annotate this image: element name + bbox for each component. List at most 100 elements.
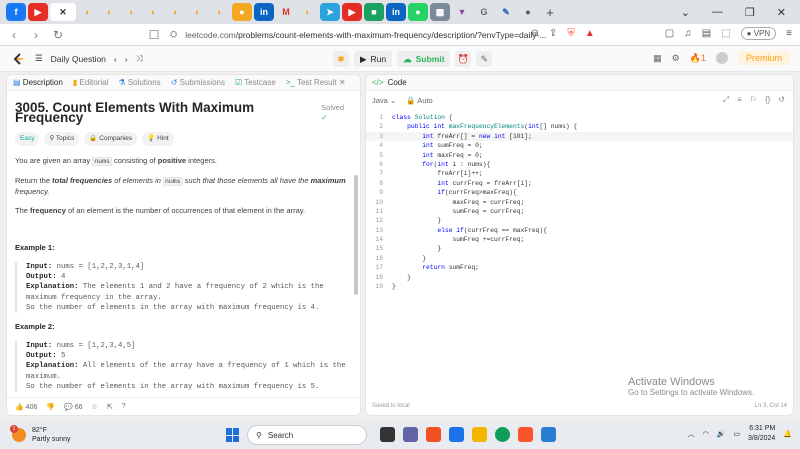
- browser-tab-vector[interactable]: ▼: [452, 3, 472, 21]
- clock[interactable]: 6:31 PM 3/8/2024: [748, 424, 775, 444]
- format-icon[interactable]: ≡: [737, 95, 742, 105]
- tab-testcase[interactable]: ☑ Testcase: [235, 78, 276, 87]
- browser-tab-leetcode-2[interactable]: ◐: [78, 3, 98, 21]
- brave-rewards-icon[interactable]: ▲: [585, 28, 595, 39]
- auto-mode[interactable]: 🔒 Auto: [406, 96, 432, 105]
- notifications-icon[interactable]: 🔔: [783, 430, 792, 438]
- code-line[interactable]: 16 }: [366, 254, 793, 263]
- bookmark-icon[interactable]: ☐: [146, 28, 162, 42]
- taskbar-search[interactable]: ⚲ Search: [247, 425, 367, 445]
- next-problem-icon[interactable]: ›: [125, 54, 128, 64]
- code-line[interactable]: 17 return sumFreq;: [366, 263, 793, 272]
- tab-editorial[interactable]: ▮ Editorial: [73, 78, 109, 87]
- share-icon[interactable]: ⇪: [549, 28, 557, 39]
- browser-tab-youtube-2[interactable]: ▶: [342, 3, 362, 21]
- code-line[interactable]: 12 }: [366, 216, 793, 225]
- extensions-icon[interactable]: ♫: [684, 28, 692, 39]
- topics-button[interactable]: ⚲ Topics: [44, 132, 80, 146]
- store-icon[interactable]: [449, 427, 464, 442]
- browser-tab-leetcode-6[interactable]: ◐: [166, 3, 186, 21]
- help-icon[interactable]: ?: [122, 403, 126, 410]
- code-line[interactable]: 15 }: [366, 244, 793, 253]
- close-window-icon[interactable]: ✕: [777, 6, 786, 19]
- share-link-icon[interactable]: ⇱: [107, 403, 113, 411]
- volume-icon[interactable]: 🔊: [717, 430, 726, 438]
- like-button[interactable]: 👍 406: [15, 403, 37, 411]
- description-scrollbar[interactable]: [354, 175, 358, 295]
- vpn-button[interactable]: ● VPN: [740, 27, 777, 40]
- task-view-icon[interactable]: [380, 427, 395, 442]
- browser-tab-gray[interactable]: ▦: [430, 3, 450, 21]
- brave-shield-icon[interactable]: ⛨: [567, 28, 575, 39]
- code-line[interactable]: 19}: [366, 282, 793, 291]
- tray-chevron-icon[interactable]: ︿: [688, 429, 695, 439]
- tab-submissions[interactable]: ↺ Submissions: [171, 78, 225, 87]
- minimize-icon[interactable]: —: [712, 6, 723, 18]
- code-line[interactable]: 10 maxFreq = currFreq;: [366, 198, 793, 207]
- browser-tab-leetcode-7[interactable]: ◐: [188, 3, 208, 21]
- language-select[interactable]: Java ⌄: [372, 96, 396, 105]
- browser-tab-leetcode-8[interactable]: ◐: [210, 3, 230, 21]
- fullscreen-icon[interactable]: ⤢: [723, 95, 729, 105]
- timer-icon[interactable]: ⏰: [455, 51, 472, 67]
- browser-tab-pen[interactable]: ✎: [496, 3, 516, 21]
- browser-tab-facebook[interactable]: f: [6, 3, 26, 21]
- browser-tab-leetcode-5[interactable]: ◐: [144, 3, 164, 21]
- premium-button[interactable]: Premium: [737, 51, 790, 65]
- avatar[interactable]: [715, 52, 728, 64]
- browser-tab-whatsapp[interactable]: ●: [408, 3, 428, 21]
- url-field[interactable]: leetcode.com/problems/count-elements-wit…: [185, 30, 546, 40]
- back-icon[interactable]: ‹: [6, 28, 22, 42]
- comments-button[interactable]: 💬 66: [64, 403, 82, 411]
- code-line[interactable]: 7 freArr[i]++;: [366, 169, 793, 178]
- streak-fire-icon[interactable]: 🔥1: [690, 53, 706, 64]
- file-explorer-icon[interactable]: [472, 427, 487, 442]
- prev-problem-icon[interactable]: ‹: [114, 54, 117, 64]
- code-line[interactable]: 13 else if(currFreq == maxFreq){: [366, 226, 793, 235]
- run-button[interactable]: ▶ Run: [354, 51, 393, 67]
- notes-icon[interactable]: ✎: [476, 51, 493, 67]
- zoom-icon[interactable]: ⊖: [531, 28, 539, 39]
- browser-tab-youtube[interactable]: ▶: [28, 3, 48, 21]
- braces-icon[interactable]: {}: [765, 95, 770, 105]
- browser-tab-orange[interactable]: ●: [232, 3, 252, 21]
- browser-tab-google[interactable]: G: [474, 3, 494, 21]
- maximize-icon[interactable]: ❐: [745, 6, 755, 19]
- submit-button[interactable]: ☁ Submit: [397, 51, 451, 67]
- problem-list-icon[interactable]: ☰: [35, 53, 43, 64]
- leetcode-logo-icon[interactable]: [11, 52, 25, 66]
- shuffle-icon[interactable]: ⤨: [136, 53, 143, 64]
- code-line[interactable]: 18 }: [366, 273, 793, 282]
- wallet-icon[interactable]: ⬚: [721, 28, 730, 39]
- site-info-icon[interactable]: ⛭: [170, 29, 177, 40]
- reset-icon[interactable]: ↺: [778, 95, 785, 105]
- code-line[interactable]: 3 int freArr[] = new int [101];: [366, 131, 793, 142]
- hint-button[interactable]: 💡 Hint: [142, 132, 174, 146]
- layout-icon[interactable]: ▦: [653, 53, 662, 64]
- browser-tab-telegram[interactable]: ➤: [320, 3, 340, 21]
- code-editor[interactable]: 1 class Solution {2 public int maxFrequen…: [366, 113, 793, 291]
- browser-tab-active-leetcode[interactable]: ✕: [50, 3, 76, 21]
- problem-title[interactable]: 3005. Count Elements With Maximum Freque…: [15, 101, 321, 125]
- menu-icon[interactable]: ≡: [786, 28, 792, 39]
- browser-tab-green[interactable]: ■: [364, 3, 384, 21]
- battery-icon[interactable]: ▭: [733, 430, 740, 438]
- tab-description[interactable]: ▤ Description: [13, 78, 63, 87]
- browser-tab-leetcode-3[interactable]: ◐: [100, 3, 120, 21]
- outlook-icon[interactable]: [541, 427, 556, 442]
- bookmark-code-icon[interactable]: ⚐: [750, 95, 757, 105]
- reader-icon[interactable]: ▤: [702, 28, 711, 39]
- dislike-icon[interactable]: 👎: [46, 403, 55, 411]
- weather-widget[interactable]: 1 82°F Partly sunny: [10, 425, 71, 444]
- close-tab-icon[interactable]: ✕: [339, 78, 346, 87]
- new-tab-icon[interactable]: +: [540, 3, 560, 21]
- teams-icon[interactable]: [403, 427, 418, 442]
- tab-test-result[interactable]: >_ Test Result ✕: [286, 78, 346, 87]
- browser-tab-leetcode-9[interactable]: ◐: [298, 3, 318, 21]
- tab-list-chevron-icon[interactable]: ⌄: [681, 6, 690, 19]
- settings-gear-icon[interactable]: ⚙: [672, 53, 680, 64]
- code-line[interactable]: 14 sumFreq +=currFreq;: [366, 235, 793, 244]
- code-line[interactable]: 11 sumFreq = currFreq;: [366, 207, 793, 216]
- debug-icon[interactable]: ✱: [333, 51, 349, 67]
- browser-tab-linkedin-2[interactable]: in: [386, 3, 406, 21]
